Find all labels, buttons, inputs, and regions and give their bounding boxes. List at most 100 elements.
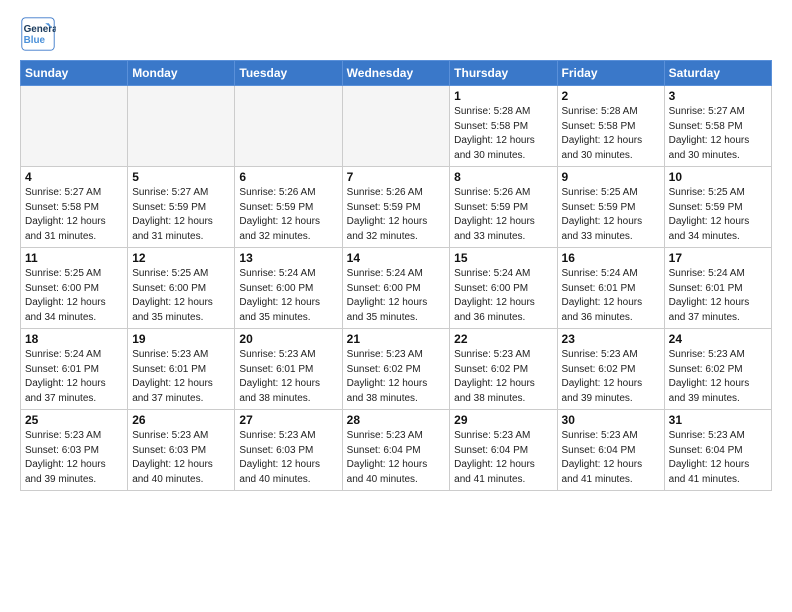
day-info: Sunrise: 5:24 AM Sunset: 6:01 PM Dayligh… — [669, 267, 767, 325]
day-number: 30 — [562, 413, 660, 427]
day-number: 29 — [454, 413, 552, 427]
day-number: 24 — [669, 332, 767, 346]
calendar-cell: 21 Sunrise: 5:23 AM Sunset: 6:02 PM Dayli… — [342, 329, 450, 410]
day-info: Sunrise: 5:25 AM Sunset: 6:00 PM Dayligh… — [25, 267, 123, 325]
day-info: Sunrise: 5:23 AM Sunset: 6:04 PM Dayligh… — [669, 429, 767, 487]
calendar-cell: 10 Sunrise: 5:25 AM Sunset: 5:59 PM Dayli… — [664, 167, 771, 248]
day-number: 14 — [347, 251, 446, 265]
day-number: 10 — [669, 170, 767, 184]
day-info: Sunrise: 5:24 AM Sunset: 6:00 PM Dayligh… — [454, 267, 552, 325]
day-number: 5 — [132, 170, 230, 184]
calendar-cell: 23Sunrise: 5:23 AM Sunset: 6:02 PM Dayli… — [557, 329, 664, 410]
day-number: 18 — [25, 332, 123, 346]
calendar-cell — [235, 86, 342, 167]
calendar-cell: 6Sunrise: 5:26 AM Sunset: 5:59 PM Daylig… — [235, 167, 342, 248]
calendar-cell: 20 Sunrise: 5:23 AM Sunset: 6:01 PM Dayli… — [235, 329, 342, 410]
day-number: 31 — [669, 413, 767, 427]
weekday-header-wednesday: Wednesday — [342, 61, 450, 86]
day-number: 8 — [454, 170, 552, 184]
day-info: Sunrise: 5:23 AM Sunset: 6:01 PM Dayligh… — [239, 348, 337, 406]
day-info: Sunrise: 5:25 AM Sunset: 5:59 PM Dayligh… — [669, 186, 767, 244]
day-info: Sunrise: 5:27 AM Sunset: 5:58 PM Dayligh… — [669, 105, 767, 163]
calendar-cell: 14Sunrise: 5:24 AM Sunset: 6:00 PM Dayli… — [342, 248, 450, 329]
calendar-cell: 3Sunrise: 5:27 AM Sunset: 5:58 PM Daylig… — [664, 86, 771, 167]
calendar-cell: 7Sunrise: 5:26 AM Sunset: 5:59 PM Daylig… — [342, 167, 450, 248]
calendar-cell: 16Sunrise: 5:24 AM Sunset: 6:01 PM Dayli… — [557, 248, 664, 329]
day-number: 26 — [132, 413, 230, 427]
logo-icon: General Blue — [20, 16, 56, 52]
weekday-header-sunday: Sunday — [21, 61, 128, 86]
day-info: Sunrise: 5:23 AM Sunset: 6:02 PM Dayligh… — [562, 348, 660, 406]
calendar-week-1: 1 Sunrise: 5:28 AM Sunset: 5:58 PM Daylig… — [21, 86, 772, 167]
calendar-week-4: 18 Sunrise: 5:24 AM Sunset: 6:01 PM Dayli… — [21, 329, 772, 410]
day-number: 12 — [132, 251, 230, 265]
day-number: 15 — [454, 251, 552, 265]
day-number: 21 — [347, 332, 446, 346]
day-info: Sunrise: 5:23 AM Sunset: 6:04 PM Dayligh… — [562, 429, 660, 487]
day-number: 19 — [132, 332, 230, 346]
calendar-cell: 25 Sunrise: 5:23 AM Sunset: 6:03 PM Dayli… — [21, 410, 128, 491]
calendar-cell — [342, 86, 450, 167]
day-number: 1 — [454, 89, 552, 103]
calendar-week-2: 4Sunrise: 5:27 AM Sunset: 5:58 PM Daylig… — [21, 167, 772, 248]
page-header: General Blue — [20, 16, 772, 52]
day-info: Sunrise: 5:26 AM Sunset: 5:59 PM Dayligh… — [239, 186, 337, 244]
calendar-cell: 11 Sunrise: 5:25 AM Sunset: 6:00 PM Dayli… — [21, 248, 128, 329]
calendar-cell: 30 Sunrise: 5:23 AM Sunset: 6:04 PM Dayli… — [557, 410, 664, 491]
calendar-cell: 8 Sunrise: 5:26 AM Sunset: 5:59 PM Daylig… — [450, 167, 557, 248]
day-number: 28 — [347, 413, 446, 427]
day-info: Sunrise: 5:27 AM Sunset: 5:58 PM Dayligh… — [25, 186, 123, 244]
day-number: 11 — [25, 251, 123, 265]
day-info: Sunrise: 5:23 AM Sunset: 6:01 PM Dayligh… — [132, 348, 230, 406]
calendar-cell: 18 Sunrise: 5:24 AM Sunset: 6:01 PM Dayli… — [21, 329, 128, 410]
weekday-header-friday: Friday — [557, 61, 664, 86]
day-info: Sunrise: 5:26 AM Sunset: 5:59 PM Dayligh… — [347, 186, 446, 244]
calendar-week-3: 11 Sunrise: 5:25 AM Sunset: 6:00 PM Dayli… — [21, 248, 772, 329]
calendar-cell: 19 Sunrise: 5:23 AM Sunset: 6:01 PM Dayli… — [128, 329, 235, 410]
day-info: Sunrise: 5:23 AM Sunset: 6:03 PM Dayligh… — [25, 429, 123, 487]
calendar-cell: 22 Sunrise: 5:23 AM Sunset: 6:02 PM Dayli… — [450, 329, 557, 410]
day-number: 2 — [562, 89, 660, 103]
day-info: Sunrise: 5:25 AM Sunset: 6:00 PM Dayligh… — [132, 267, 230, 325]
calendar-week-5: 25 Sunrise: 5:23 AM Sunset: 6:03 PM Dayli… — [21, 410, 772, 491]
weekday-header-monday: Monday — [128, 61, 235, 86]
day-info: Sunrise: 5:23 AM Sunset: 6:02 PM Dayligh… — [347, 348, 446, 406]
weekday-header-thursday: Thursday — [450, 61, 557, 86]
day-info: Sunrise: 5:23 AM Sunset: 6:04 PM Dayligh… — [454, 429, 552, 487]
day-info: Sunrise: 5:23 AM Sunset: 6:03 PM Dayligh… — [239, 429, 337, 487]
calendar-cell: 24 Sunrise: 5:23 AM Sunset: 6:02 PM Dayli… — [664, 329, 771, 410]
calendar-cell: 28Sunrise: 5:23 AM Sunset: 6:04 PM Dayli… — [342, 410, 450, 491]
calendar-cell: 9 Sunrise: 5:25 AM Sunset: 5:59 PM Daylig… — [557, 167, 664, 248]
day-info: Sunrise: 5:24 AM Sunset: 6:01 PM Dayligh… — [25, 348, 123, 406]
day-number: 22 — [454, 332, 552, 346]
weekday-header-saturday: Saturday — [664, 61, 771, 86]
weekday-header-row: SundayMondayTuesdayWednesdayThursdayFrid… — [21, 61, 772, 86]
calendar-cell: 17Sunrise: 5:24 AM Sunset: 6:01 PM Dayli… — [664, 248, 771, 329]
day-info: Sunrise: 5:24 AM Sunset: 6:01 PM Dayligh… — [562, 267, 660, 325]
day-info: Sunrise: 5:28 AM Sunset: 5:58 PM Dayligh… — [562, 105, 660, 163]
day-number: 25 — [25, 413, 123, 427]
day-number: 20 — [239, 332, 337, 346]
calendar-cell: 27 Sunrise: 5:23 AM Sunset: 6:03 PM Dayli… — [235, 410, 342, 491]
svg-text:General: General — [24, 24, 56, 35]
day-number: 27 — [239, 413, 337, 427]
calendar-cell: 13Sunrise: 5:24 AM Sunset: 6:00 PM Dayli… — [235, 248, 342, 329]
day-info: Sunrise: 5:23 AM Sunset: 6:02 PM Dayligh… — [669, 348, 767, 406]
weekday-header-tuesday: Tuesday — [235, 61, 342, 86]
day-info: Sunrise: 5:25 AM Sunset: 5:59 PM Dayligh… — [562, 186, 660, 244]
logo: General Blue — [20, 16, 62, 52]
calendar-cell: 4Sunrise: 5:27 AM Sunset: 5:58 PM Daylig… — [21, 167, 128, 248]
day-number: 13 — [239, 251, 337, 265]
day-number: 9 — [562, 170, 660, 184]
calendar-cell: 5Sunrise: 5:27 AM Sunset: 5:59 PM Daylig… — [128, 167, 235, 248]
svg-text:Blue: Blue — [24, 35, 46, 46]
day-info: Sunrise: 5:26 AM Sunset: 5:59 PM Dayligh… — [454, 186, 552, 244]
calendar-cell: 26 Sunrise: 5:23 AM Sunset: 6:03 PM Dayli… — [128, 410, 235, 491]
day-info: Sunrise: 5:23 AM Sunset: 6:03 PM Dayligh… — [132, 429, 230, 487]
day-info: Sunrise: 5:28 AM Sunset: 5:58 PM Dayligh… — [454, 105, 552, 163]
day-info: Sunrise: 5:23 AM Sunset: 6:02 PM Dayligh… — [454, 348, 552, 406]
calendar: SundayMondayTuesdayWednesdayThursdayFrid… — [20, 60, 772, 491]
calendar-cell — [128, 86, 235, 167]
calendar-cell: 31 Sunrise: 5:23 AM Sunset: 6:04 PM Dayli… — [664, 410, 771, 491]
calendar-cell: 2 Sunrise: 5:28 AM Sunset: 5:58 PM Daylig… — [557, 86, 664, 167]
